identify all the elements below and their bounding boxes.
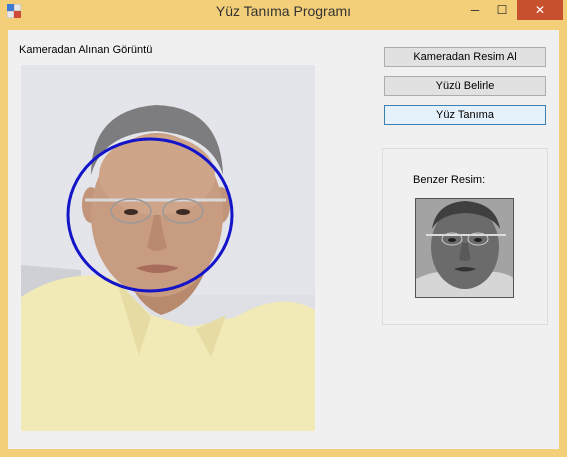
app-window: Yüz Tanıma Programı ─ ☐ ✕ Kameradan Alın… <box>0 0 567 457</box>
close-button[interactable]: ✕ <box>517 0 563 20</box>
client-area: Kameradan Alınan Görüntü Kameradan Resim… <box>8 30 559 449</box>
close-icon: ✕ <box>534 3 546 17</box>
title-bar[interactable]: Yüz Tanıma Programı ─ ☐ ✕ <box>0 0 567 24</box>
similar-image-label: Benzer Resim: <box>413 174 486 186</box>
camera-image <box>21 65 315 431</box>
minimize-icon: ─ <box>470 3 480 17</box>
capture-button[interactable]: Kameradan Resim Al <box>384 47 546 67</box>
camera-label: Kameradan Alınan Görüntü <box>19 44 153 56</box>
detect-face-button[interactable]: Yüzü Belirle <box>384 76 546 96</box>
maximize-icon: ☐ <box>496 3 508 17</box>
recognize-face-button[interactable]: Yüz Tanıma <box>384 105 546 125</box>
maximize-button[interactable]: ☐ <box>489 0 515 20</box>
similar-image-panel: Benzer Resim: <box>382 148 548 325</box>
similar-image <box>415 198 514 298</box>
minimize-button[interactable]: ─ <box>462 0 488 20</box>
